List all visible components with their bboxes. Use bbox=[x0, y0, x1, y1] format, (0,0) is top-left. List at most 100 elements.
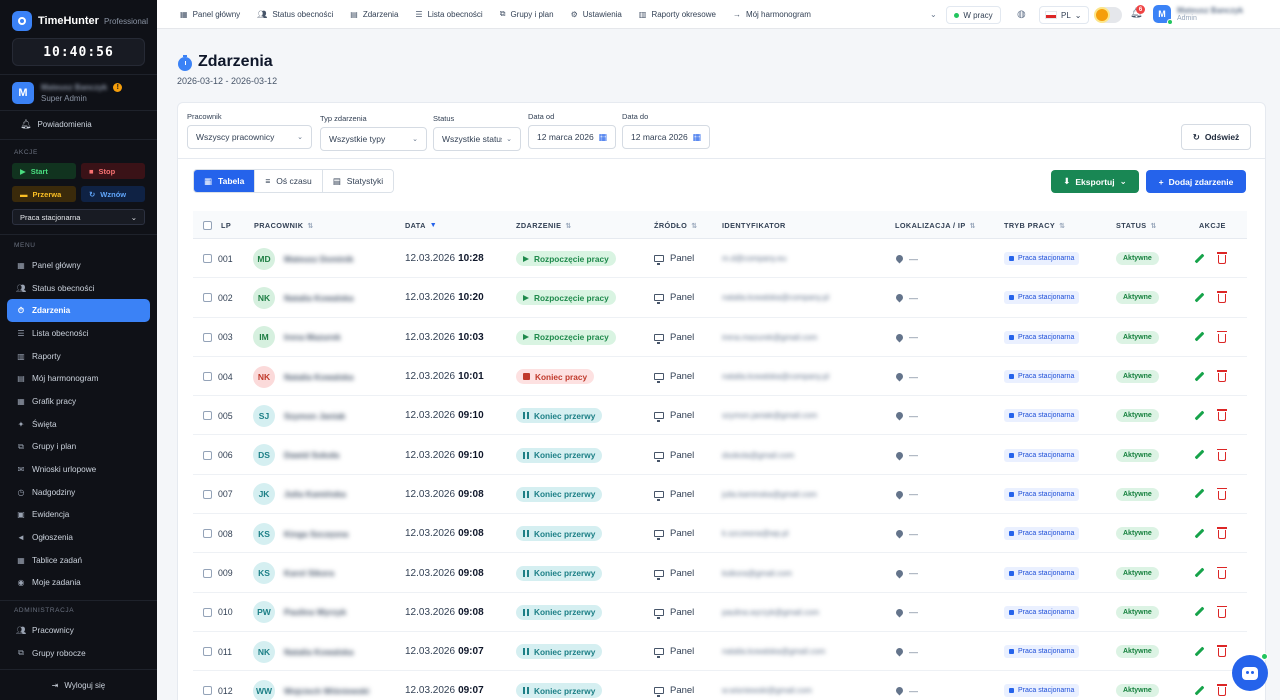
sidebar-item-święta[interactable]: ✦ Święta bbox=[7, 413, 150, 436]
edit-icon[interactable] bbox=[1194, 332, 1204, 342]
sidebar-item-nadgodziny[interactable]: ◷ Nadgodziny bbox=[7, 481, 150, 504]
sidebar-item-ogłoszenia[interactable]: ◄ Ogłoszenia bbox=[7, 526, 150, 549]
sidebar-item-pracownicy[interactable]: 👥︎ Pracownicy bbox=[7, 619, 150, 642]
top-nav-item-status-obecności[interactable]: 👥︎ Status obecności bbox=[257, 10, 333, 19]
employee-name[interactable]: Natalia Kowalska bbox=[284, 278, 353, 317]
select-all-checkbox[interactable] bbox=[203, 221, 212, 230]
sidebar-item-tablice-zadań[interactable]: ▦ Tablice zadań bbox=[7, 549, 150, 572]
row-checkbox[interactable] bbox=[203, 607, 212, 617]
sidebar-item-grupy-robocze[interactable]: ⧉ Grupy robocze bbox=[7, 642, 150, 665]
edit-icon[interactable] bbox=[1194, 529, 1204, 539]
event-type-select[interactable]: Wszystkie typy ⌄ bbox=[320, 127, 427, 151]
work-status-indicator[interactable]: W pracy bbox=[946, 6, 1001, 24]
trash-icon[interactable] bbox=[1216, 684, 1227, 697]
status-select[interactable]: Wszystkie statusy⌄ bbox=[433, 127, 521, 151]
employee-name[interactable]: Paulina Wyrzyk bbox=[284, 593, 346, 632]
tab-statistics[interactable]: ▤ Statystyki bbox=[322, 170, 394, 192]
tab-timeline[interactable]: ≡ Oś czasu bbox=[255, 170, 323, 192]
employee-select[interactable]: Wszyscy pracownicy ⌄ bbox=[187, 125, 312, 149]
tab-table[interactable]: ▦ Tabela bbox=[194, 170, 256, 192]
theme-toggle[interactable] bbox=[1094, 7, 1122, 23]
chatbot-button[interactable] bbox=[1232, 655, 1268, 691]
table-row[interactable]: 003 IM Irena Mazurek 12.03.2026 10:03 Rozpocz… bbox=[193, 318, 1247, 357]
trash-icon[interactable] bbox=[1216, 527, 1227, 540]
trash-icon[interactable] bbox=[1216, 448, 1227, 461]
top-nav-item-panel-główny[interactable]: ▦ Panel główny bbox=[180, 10, 240, 19]
top-nav-item-raporty-okresowe[interactable]: ▥ Raporty okresowe bbox=[639, 10, 716, 19]
employee-name[interactable]: Natalia Kowalska bbox=[284, 632, 353, 671]
table-row[interactable]: 007 JK Julia Kamińska 12.03.2026 09:08 Koniec… bbox=[193, 475, 1247, 515]
resume-button[interactable]: ↻ Wznów bbox=[81, 186, 145, 202]
row-checkbox[interactable] bbox=[203, 332, 212, 342]
table-row[interactable]: 008 KS Kinga Szczęsna 12.03.2026 09:08 Koniec… bbox=[193, 514, 1247, 554]
row-checkbox[interactable] bbox=[203, 568, 212, 578]
table-row[interactable]: 011 NK Natalia Kowalska 12.03.2026 09:07 Koni… bbox=[193, 632, 1247, 672]
row-checkbox[interactable] bbox=[203, 450, 212, 460]
sidebar-item-status-obecności[interactable]: 👥︎ Status obecności bbox=[7, 277, 150, 300]
top-nav-item-lista-obecności[interactable]: ☰ Lista obecności bbox=[415, 10, 482, 19]
refresh-button[interactable]: ↻ Odśwież bbox=[1181, 124, 1251, 150]
edit-icon[interactable] bbox=[1194, 254, 1204, 264]
row-checkbox[interactable] bbox=[203, 647, 212, 657]
edit-icon[interactable] bbox=[1194, 607, 1204, 617]
trash-icon[interactable] bbox=[1216, 487, 1227, 500]
header-cell-employee[interactable]: PRACOWNIK ⇅ bbox=[254, 221, 314, 230]
header-cell-location[interactable]: LOKALIZACJA / IP ⇅ bbox=[895, 221, 976, 230]
employee-name[interactable]: Szymon Janiak bbox=[284, 396, 345, 435]
sidebar-item-mój-harmonogram[interactable]: ▤ Mój harmonogram bbox=[7, 367, 150, 390]
employee-name[interactable]: Karol Sikora bbox=[284, 553, 334, 592]
brand[interactable]: TimeHunter Professional bbox=[12, 10, 148, 32]
row-checkbox[interactable] bbox=[203, 411, 212, 421]
employee-name[interactable]: Wojciech Wiśniewski bbox=[284, 671, 369, 700]
date-from-input[interactable]: 12 marca 2026 ▦ bbox=[528, 125, 616, 149]
notifications-link[interactable]: 🔔︎ Powiadomienia bbox=[20, 119, 92, 130]
top-nav-item-mój-harmonogram[interactable]: → Mój harmonogram bbox=[733, 10, 811, 19]
trash-icon[interactable] bbox=[1216, 645, 1227, 658]
table-row[interactable]: 005 SJ Szymon Janiak 12.03.2026 09:10 Koniec … bbox=[193, 396, 1247, 436]
header-cell-mode[interactable]: TRYB PRACY ⇅ bbox=[1004, 221, 1065, 230]
top-nav-item-zdarzenia[interactable]: ▤ Zdarzenia bbox=[350, 10, 398, 19]
table-row[interactable]: 012 WW Wojciech Wiśniewski 12.03.2026 09:07 K… bbox=[193, 671, 1247, 700]
row-checkbox[interactable] bbox=[203, 372, 212, 382]
trash-icon[interactable] bbox=[1216, 252, 1227, 265]
row-checkbox[interactable] bbox=[203, 254, 212, 264]
row-checkbox[interactable] bbox=[203, 293, 212, 303]
work-mode-select[interactable]: Praca stacjonarna ⌄ bbox=[12, 209, 145, 225]
sidebar-item-grafik-pracy[interactable]: ▦ Grafik pracy bbox=[7, 390, 150, 413]
trash-icon[interactable] bbox=[1216, 291, 1227, 304]
edit-icon[interactable] bbox=[1194, 686, 1204, 696]
row-checkbox[interactable] bbox=[203, 529, 212, 539]
edit-icon[interactable] bbox=[1194, 450, 1204, 460]
edit-icon[interactable] bbox=[1194, 568, 1204, 578]
sidebar-item-lista-obecności[interactable]: ☰ Lista obecności bbox=[7, 322, 150, 345]
sidebar-item-moje-zadania[interactable]: ◉ Moje zadania bbox=[7, 572, 150, 595]
export-button[interactable]: ⬇ Eksportuj ⌄ bbox=[1051, 170, 1139, 193]
edit-icon[interactable] bbox=[1194, 293, 1204, 303]
employee-name[interactable]: Mateusz Dominik bbox=[284, 239, 353, 278]
table-row[interactable]: 002 NK Natalia Kowalska 12.03.2026 10:20 Rozp… bbox=[193, 278, 1247, 318]
user-menu[interactable]: M Mateusz Banczyk Admin bbox=[1153, 5, 1243, 25]
start-button[interactable]: ▶ Start bbox=[12, 163, 76, 179]
add-event-button[interactable]: + Dodaj zdarzenie bbox=[1146, 170, 1246, 193]
sidebar-item-raporty[interactable]: ▥ Raporty bbox=[7, 345, 150, 368]
language-select[interactable]: PL ⌄ bbox=[1039, 6, 1089, 24]
header-cell-date[interactable]: DATA ▼ bbox=[405, 221, 437, 230]
stop-button[interactable]: ■ Stop bbox=[81, 163, 145, 179]
top-nav-item-ustawienia[interactable]: ⚙ Ustawienia bbox=[571, 10, 622, 19]
chevron-down-icon[interactable]: ⌄ bbox=[930, 10, 937, 19]
top-nav-item-grupy-i-plan[interactable]: ⧉ Grupy i plan bbox=[500, 9, 554, 19]
employee-name[interactable]: Natalia Kowalska bbox=[284, 357, 353, 396]
trash-icon[interactable] bbox=[1216, 330, 1227, 343]
edit-icon[interactable] bbox=[1194, 372, 1204, 382]
trash-icon[interactable] bbox=[1216, 566, 1227, 579]
table-row[interactable]: 004 NK Natalia Kowalska 12.03.2026 10:01 Koni… bbox=[193, 357, 1247, 397]
edit-icon[interactable] bbox=[1194, 647, 1204, 657]
sidebar-user[interactable]: M Mateusz Banczyk Super Admin ! bbox=[12, 82, 147, 104]
sidebar-item-zdarzenia[interactable]: ⏱︎ Zdarzenia bbox=[7, 299, 150, 323]
globe-icon[interactable]: ◍ bbox=[1017, 9, 1026, 20]
employee-name[interactable]: Kinga Szczęsna bbox=[284, 514, 348, 553]
date-to-input[interactable]: 12 marca 2026 ▦ bbox=[622, 125, 710, 149]
sidebar-item-panel-główny[interactable]: ▦ Panel główny bbox=[7, 254, 150, 277]
table-row[interactable]: 006 DS Dawid Sokoła 12.03.2026 09:10 Koniec p… bbox=[193, 435, 1247, 475]
employee-name[interactable]: Dawid Sokoła bbox=[284, 435, 339, 474]
